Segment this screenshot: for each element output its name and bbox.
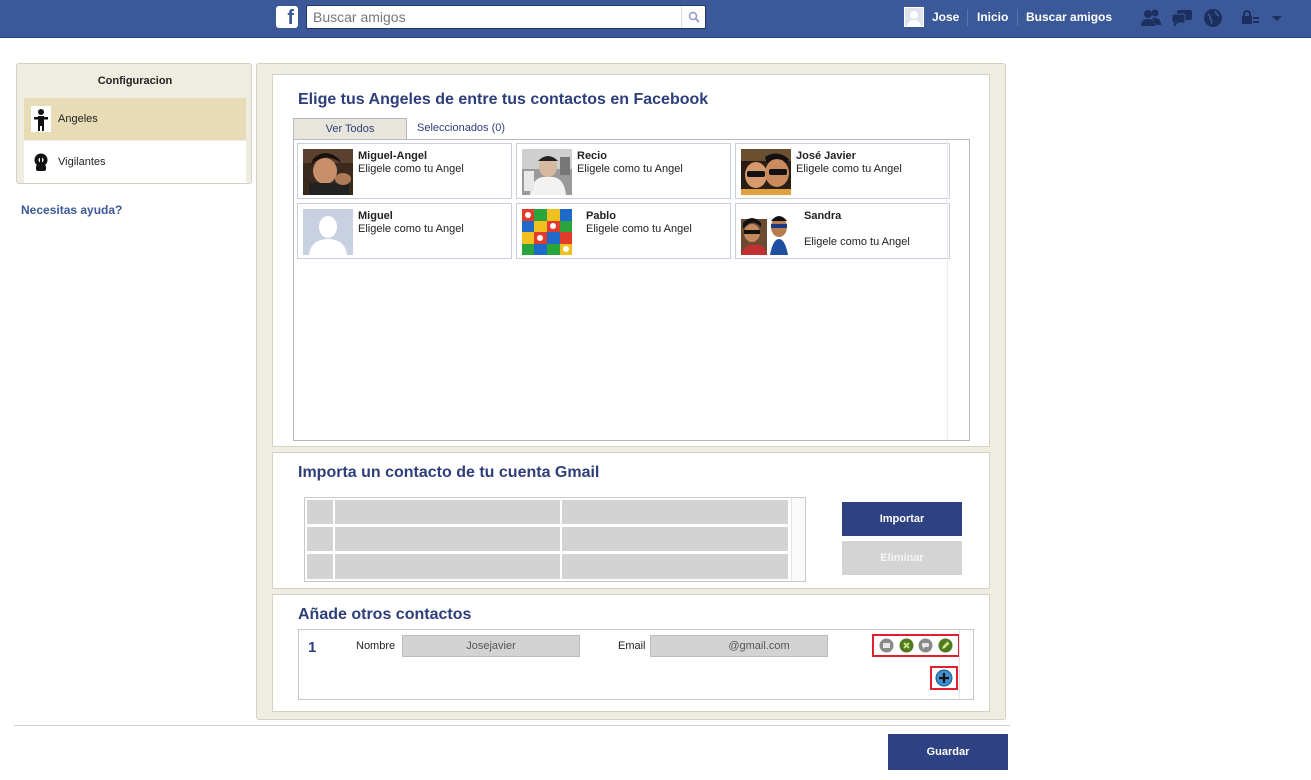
main-panel: Elige tus Angeles de entre tus contactos…: [256, 63, 1006, 720]
friend-card[interactable]: Pablo Eligele como tu Angel: [516, 203, 731, 259]
row-actions: [872, 634, 960, 657]
table-cell[interactable]: [307, 500, 333, 524]
table-cell[interactable]: [562, 527, 788, 551]
facebook-logo-icon[interactable]: f: [276, 6, 298, 28]
friend-photo: [770, 209, 788, 255]
gmail-table-scrollbar[interactable]: [791, 498, 805, 581]
notifications-globe-icon[interactable]: [1202, 7, 1224, 29]
avatar: [904, 7, 924, 27]
sidebar-title: Configuracion: [97, 75, 173, 87]
friend-photo: [303, 209, 353, 255]
friend-name: Pablo: [586, 210, 616, 222]
friend-card[interactable]: Recio Eligele como tu Angel: [516, 143, 731, 199]
friend-name: José Javier: [796, 150, 856, 162]
card-icon[interactable]: [879, 638, 894, 653]
choose-angel-link[interactable]: Eligele como tu Angel: [804, 236, 910, 248]
privacy-lock-icon[interactable]: [1239, 7, 1261, 29]
friend-card[interactable]: José Javier Eligele como tu Angel: [735, 143, 950, 199]
choose-angel-link[interactable]: Eligele como tu Angel: [577, 163, 683, 175]
add-contacts-section: Añade otros contactos 1 Nombre Josejavie…: [272, 594, 990, 712]
sidebar-item-vigilantes[interactable]: Vigilantes: [24, 141, 246, 183]
choose-angel-link[interactable]: Eligele como tu Angel: [358, 163, 464, 175]
facebook-contacts-section: Elige tus Angeles de entre tus contactos…: [272, 74, 990, 447]
friend-name: Miguel: [358, 210, 393, 222]
nav-divider: [1017, 9, 1018, 26]
add-contact-button[interactable]: [930, 666, 958, 690]
friends-grid: Miguel-Angel Eligele como tu Angel Recio…: [293, 139, 970, 441]
top-navigation-bar: f Jose Inicio Buscar amigos: [0, 0, 1311, 38]
friend-name: Recio: [577, 150, 607, 162]
email-label: Email: [618, 640, 646, 652]
table-cell[interactable]: [562, 500, 788, 524]
profile-link[interactable]: Jose: [904, 7, 959, 27]
sidebar-item-label: Angeles: [58, 113, 98, 125]
nav-divider: [967, 9, 968, 26]
section-title: Elige tus Angeles de entre tus contactos…: [298, 91, 709, 108]
messages-icon[interactable]: [1171, 7, 1193, 29]
home-link[interactable]: Inicio: [977, 10, 1008, 24]
table-cell[interactable]: [307, 527, 333, 551]
tab-seleccionados[interactable]: Seleccionados (0): [417, 118, 527, 140]
gmail-contacts-table: [304, 497, 806, 582]
plus-circle-icon: [935, 669, 953, 687]
friend-name: Sandra: [804, 210, 842, 222]
choose-angel-link[interactable]: Eligele como tu Angel: [796, 163, 902, 175]
find-friends-link[interactable]: Buscar amigos: [1026, 10, 1112, 24]
email-field[interactable]: @gmail.com: [650, 635, 828, 657]
search-input[interactable]: [307, 6, 677, 28]
name-field[interactable]: Josejavier: [402, 635, 580, 657]
contact-list-scrollbar[interactable]: [959, 630, 973, 699]
chevron-down-icon[interactable]: [1270, 7, 1284, 29]
friend-name: Miguel-Angel: [358, 150, 428, 162]
section-title: Añade otros contactos: [298, 606, 472, 623]
search-box: [306, 5, 706, 29]
choose-angel-link[interactable]: Eligele como tu Angel: [586, 223, 692, 235]
import-button[interactable]: Importar: [842, 502, 962, 536]
delete-button[interactable]: Eliminar: [842, 541, 962, 575]
user-name: Jose: [932, 10, 960, 24]
friend-requests-icon[interactable]: [1140, 7, 1162, 29]
tab-ver-todos[interactable]: Ver Todos: [293, 118, 407, 140]
name-label: Nombre: [356, 640, 396, 652]
notification-icons: [1140, 7, 1293, 29]
friend-photo: [522, 209, 572, 255]
section-title: Importa un contacto de tu cuenta Gmail: [298, 464, 600, 481]
friend-photo: [741, 209, 767, 255]
angel-icon: [30, 106, 52, 132]
edit-pencil-icon[interactable]: [938, 638, 953, 653]
row-number: 1: [308, 639, 317, 656]
table-cell[interactable]: [307, 554, 333, 579]
contact-list: 1 Nombre Josejavier Email @gmail.com: [298, 629, 974, 700]
choose-angel-link[interactable]: Eligele como tu Angel: [358, 223, 464, 235]
gmail-import-section: Importa un contacto de tu cuenta Gmail I…: [272, 452, 990, 589]
sidebar-item-angeles[interactable]: Angeles: [24, 98, 246, 140]
search-button[interactable]: [681, 6, 705, 28]
friends-scrollbar[interactable]: [947, 140, 969, 440]
settings-sidebar: Configuracion Angeles Vigilantes: [16, 63, 252, 184]
sidebar-item-label: Vigilantes: [58, 156, 106, 168]
help-link[interactable]: Necesitas ayuda?: [21, 203, 122, 217]
save-button[interactable]: Guardar: [888, 734, 1008, 770]
footer-divider: [14, 725, 1010, 726]
search-icon: [688, 11, 700, 23]
comment-icon[interactable]: [918, 638, 933, 653]
table-cell[interactable]: [335, 500, 560, 524]
friend-card[interactable]: Sandra Eligele como tu Angel: [735, 203, 950, 259]
friend-card[interactable]: Miguel-Angel Eligele como tu Angel: [297, 143, 512, 199]
friend-card[interactable]: Miguel Eligele como tu Angel: [297, 203, 512, 259]
friend-photo: [741, 149, 791, 195]
friend-photo: [303, 149, 353, 195]
table-cell[interactable]: [562, 554, 788, 579]
table-cell[interactable]: [335, 527, 560, 551]
cancel-icon[interactable]: [899, 638, 914, 653]
guardian-icon: [30, 149, 52, 175]
friend-photo: [522, 149, 572, 195]
table-cell[interactable]: [335, 554, 560, 579]
